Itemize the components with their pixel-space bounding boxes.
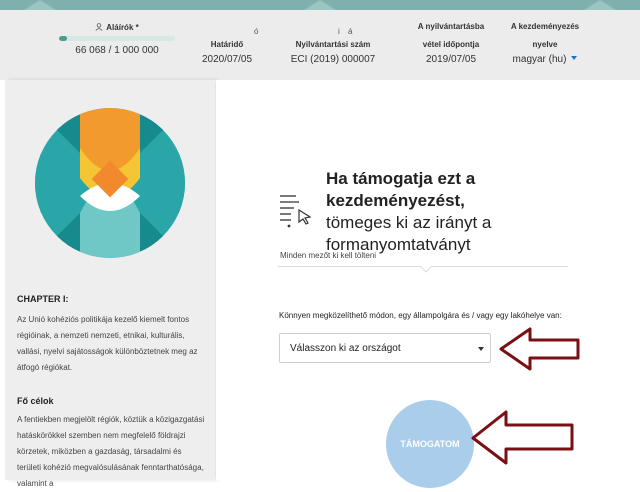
chevron-down-icon: [571, 56, 578, 60]
initiative-header: Aláírók * 66 068 / 1 000 000 ó Határidő …: [0, 10, 640, 80]
signatories-block: Aláírók * 66 068 / 1 000 000: [58, 22, 176, 56]
goals-text: A fentiekben megjelölt régiók, köztük a …: [17, 415, 205, 488]
form-title-rest: tömeges ki az irányt a formanyomtatványt: [326, 213, 492, 254]
initiative-language-label-1: A kezdeményezés: [510, 22, 580, 31]
stray-marks: i á: [338, 27, 353, 36]
registration-date-label-1: A nyilvántartásba: [417, 22, 485, 31]
chapter-title: CHAPTER I:: [17, 294, 69, 304]
stripe-pattern: [24, 0, 616, 10]
deadline-label: Határidő: [210, 40, 244, 49]
chapter-text: Az Unió kohéziós politikája kezelő kieme…: [17, 315, 198, 372]
red-arrow-select: [499, 327, 580, 371]
signatories-label: Aláírók *: [106, 23, 139, 32]
red-arrow-button: [471, 410, 574, 465]
top-stripe: [0, 0, 640, 10]
country-select[interactable]: Válasszon ki az országot: [279, 333, 491, 363]
main-form-panel: Ha támogatja ezt a kezdeményezést, tömeg…: [216, 80, 640, 488]
initiative-logo: [35, 108, 185, 258]
initiative-language-block: A kezdeményezés nyelve magyar (hu): [502, 18, 588, 65]
required-note: Minden mezőt ki kell tölteni: [280, 251, 377, 260]
signatures-progress-fill: [59, 36, 67, 41]
form-title-bold: Ha támogatja ezt a kezdeményezést,: [326, 169, 476, 210]
language-select-value: magyar (hu): [512, 54, 567, 65]
registration-number-block: Nyilvántartási szám ECI (2019) 000007: [280, 36, 386, 65]
language-select[interactable]: magyar (hu): [502, 54, 588, 65]
country-label: Könnyen megközelíthető módon, egy államp…: [279, 311, 562, 320]
form-cursor-icon: [280, 195, 312, 228]
goals-title: Fő célok: [17, 396, 54, 406]
registration-date-label-2: vétel időpontja: [422, 40, 480, 49]
registration-date-value: 2019/07/05: [425, 54, 477, 65]
signatures-progress-bar: [59, 36, 175, 41]
sidebar: CHAPTER I: Az Unió kohéziós politikája k…: [5, 80, 215, 488]
support-button[interactable]: TÁMOGATOM: [386, 400, 474, 488]
registration-date-block: A nyilvántartásba vétel időpontja 2019/0…: [408, 18, 494, 65]
signatories-count: 66 068 / 1 000 000: [75, 45, 159, 56]
user-icon: [95, 23, 103, 31]
country-select-value: Válasszon ki az országot: [290, 343, 401, 354]
registration-number-value: ECI (2019) 000007: [290, 54, 376, 65]
divider-notch: [420, 261, 432, 273]
deadline-block: Határidő 2020/07/05: [196, 36, 258, 65]
registration-number-label: Nyilvántartási szám: [295, 40, 371, 49]
initiative-language-label-2: nyelve: [532, 40, 558, 49]
deadline-value: 2020/07/05: [201, 54, 253, 65]
stray-mark: ó: [254, 27, 259, 36]
chevron-down-icon: [478, 347, 484, 351]
form-title: Ha támogatja ezt a kezdeményezést, tömeg…: [326, 168, 526, 256]
